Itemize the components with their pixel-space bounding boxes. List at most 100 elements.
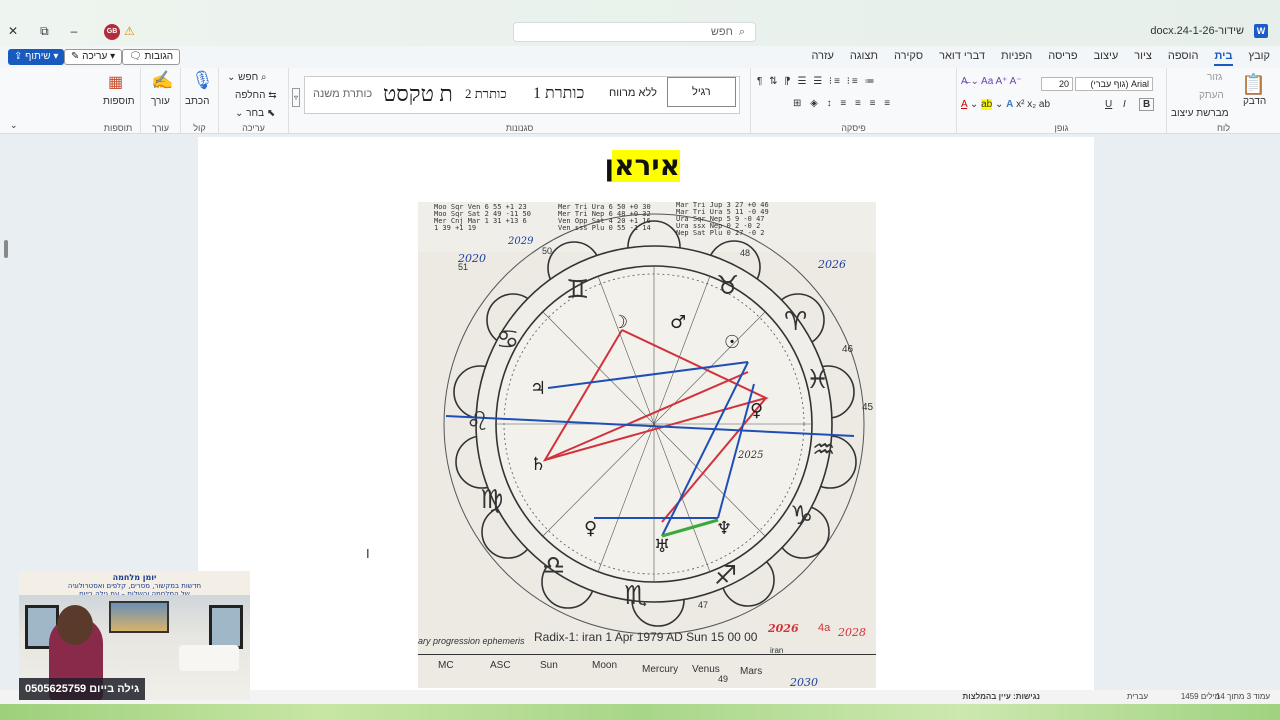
svg-text:♌: ♌ xyxy=(466,407,489,437)
desktop-background-strip xyxy=(0,704,1280,720)
webcam-banner-title: יומן מלחמה xyxy=(112,573,157,582)
ephemeris-label: ary progression ephemeris xyxy=(418,636,525,646)
astrology-chart-image[interactable]: ☽ ♃ ♄ ♀ ♅ ♆ ☉ ♂ ♀ ♊ ♋ ♌ ♍ ♎ ♏ ♐ ♑ ♒ ♓ ♈ ♉ Moo Sqr Ven … xyxy=(418,202,876,688)
handwritten-mark: 48 xyxy=(740,248,751,258)
aspect-left-row: 1 39 +1 19 xyxy=(434,224,477,232)
minimize-icon[interactable]: – xyxy=(71,24,78,39)
find-label: חפש xyxy=(238,72,259,83)
style-subtitle[interactable]: כותרת משנה xyxy=(313,88,372,100)
style-heading-2[interactable]: כותרת 2 xyxy=(465,86,507,102)
font-color-tools[interactable]: A ⌄ ab ⌄ A x² x₂ ab xyxy=(961,99,1050,110)
voice-group: 🎙 הכתב קול xyxy=(180,68,218,134)
svg-text:☉: ☉ xyxy=(724,332,740,353)
aspects-table-right: Mar Tri Jup 3 27 +0 46 Mar Tri Ura 5 11 … xyxy=(676,202,769,237)
editing-mode-button[interactable]: ✎ עריכה ▾ xyxy=(64,49,123,65)
svg-text:♄: ♄ xyxy=(530,454,546,475)
handwritten-mark: 45 xyxy=(862,402,874,413)
tab-layout[interactable]: פריסה xyxy=(1048,50,1077,66)
handwritten-mark: 46 xyxy=(842,344,854,355)
restore-icon[interactable]: ⧉ xyxy=(40,24,49,39)
status-page-count[interactable]: עמוד 3 מתוך 14 xyxy=(1216,692,1270,701)
font-effects-icon[interactable]: A̶ ⌄ Aa A⁺ A⁻ xyxy=(961,76,1022,87)
comments-label: הגובות xyxy=(144,51,174,62)
tab-help[interactable]: עזרה xyxy=(811,50,833,66)
font-name-select[interactable]: Arial (גוף עברי) xyxy=(1075,77,1153,91)
scrollbar-thumb[interactable] xyxy=(4,240,8,258)
clipboard-group-label: לוח xyxy=(1216,123,1231,133)
document-heading[interactable]: איראן xyxy=(605,150,680,182)
close-icon[interactable]: ✕ xyxy=(8,24,18,39)
aspect-mid-row: Ven sss Plu 0 55 -1 14 xyxy=(558,224,651,232)
status-language[interactable]: עברית xyxy=(1127,692,1148,701)
handwritten-mark: 4a xyxy=(818,622,831,634)
microphone-icon[interactable]: 🎙 xyxy=(191,70,214,91)
format-painter-button[interactable]: מברשת עיצוב xyxy=(1171,108,1229,119)
ephemeris-col: Venus xyxy=(692,664,720,675)
select-button[interactable]: ⌄ בחר ⬉ xyxy=(235,108,275,119)
share-button[interactable]: ⇪ שיתוף ▾ xyxy=(8,49,65,65)
replace-button[interactable]: החלפה ⇆ xyxy=(235,90,277,101)
style-title[interactable]: ת טקסט xyxy=(383,81,453,107)
svg-text:♎: ♎ xyxy=(542,551,565,581)
svg-text:♍: ♍ xyxy=(480,485,503,515)
ribbon: 📋 הדבק גזור העתק מברשת עיצוב לוח Arial (… xyxy=(0,68,1280,134)
astrology-chart-drawing: ☽ ♃ ♄ ♀ ♅ ♆ ☉ ♂ ♀ ♊ ♋ ♌ ♍ ♎ ♏ ♐ ♑ ♒ ♓ ♈ ♉ xyxy=(418,202,876,635)
font-size-select[interactable]: 20 xyxy=(1041,77,1073,91)
ephemeris-col: Mars xyxy=(740,666,763,677)
warning-icon[interactable]: ⚠ xyxy=(124,24,135,38)
styles-expand-button[interactable]: ▿ xyxy=(292,88,301,107)
svg-text:♒: ♒ xyxy=(812,435,835,465)
document-title[interactable]: שידור-docx.24-1-26 xyxy=(1150,25,1244,37)
tab-file[interactable]: קובץ xyxy=(1249,50,1270,66)
comments-button[interactable]: 🗨 הגובות xyxy=(122,49,181,65)
collapse-ribbon-icon[interactable]: ⌄ xyxy=(10,120,18,131)
find-button[interactable]: ⌄ חפש ⌕ xyxy=(227,72,267,83)
style-normal[interactable]: רגיל xyxy=(667,77,736,107)
tab-home[interactable]: בית xyxy=(1214,50,1233,66)
clipboard-group: 📋 הדבק גזור העתק מברשת עיצוב לוח xyxy=(1166,68,1280,134)
paragraph-align-tools[interactable]: ⊞ ◈ ↕ ≡ ≡ ≡ ≡ xyxy=(793,98,893,109)
mouse-cursor-icon: I xyxy=(366,546,370,561)
bold-button[interactable]: B xyxy=(1139,98,1155,111)
tab-review[interactable]: סקירה xyxy=(894,50,923,66)
status-accessibility[interactable]: נגישות: עיין בהמלצות xyxy=(963,692,1040,701)
status-word-count[interactable]: 1459 מילים xyxy=(1181,692,1220,701)
styles-group-label: סגנונות xyxy=(505,123,534,133)
style-heading-1[interactable]: כותרת 1 xyxy=(533,85,584,103)
italic-button[interactable]: I xyxy=(1123,99,1126,110)
paste-icon[interactable]: 📋 xyxy=(1241,72,1266,97)
addins-icon[interactable]: ▦ xyxy=(108,72,123,92)
handwritten-mark: 47 xyxy=(698,600,709,610)
svg-text:♐: ♐ xyxy=(714,561,737,591)
avatar[interactable]: GB xyxy=(104,24,120,40)
voice-group-label: קול xyxy=(193,123,206,133)
editor-group-label: עורך xyxy=(152,123,169,133)
tab-design[interactable]: עיצוב xyxy=(1094,50,1119,66)
paste-button[interactable]: הדבק xyxy=(1243,96,1266,107)
svg-text:♓: ♓ xyxy=(806,365,829,395)
copy-button[interactable]: העתק xyxy=(1199,90,1224,101)
vertical-scrollbar[interactable] xyxy=(0,134,12,690)
tab-references[interactable]: הפניות xyxy=(1001,50,1032,66)
tab-insert[interactable]: הוספה xyxy=(1168,50,1199,66)
paragraph-group-label: פיסקה xyxy=(841,123,866,133)
ephemeris-col: ASC xyxy=(490,660,511,671)
svg-text:♊: ♊ xyxy=(566,275,589,305)
addins-button[interactable]: תוספות xyxy=(103,96,135,107)
style-no-spacing[interactable]: ללא מרווח xyxy=(609,87,657,99)
paragraph-top-tools[interactable]: ¶ ⇅ ⁋ ☰ ☰ ⁝≡ ⁝≡ ≔ xyxy=(757,76,877,87)
word-app-icon: W xyxy=(1254,24,1268,38)
editor-button[interactable]: עורך xyxy=(151,96,170,107)
underline-button[interactable]: U xyxy=(1105,99,1112,110)
cut-button[interactable]: גזור xyxy=(1207,72,1222,83)
tab-view[interactable]: תצוגה xyxy=(850,50,878,66)
ephemeris-col: Moon xyxy=(592,660,618,671)
ephemeris-col: Mercury xyxy=(642,664,679,675)
editor-icon[interactable]: ✍ xyxy=(151,70,173,91)
tab-draw[interactable]: ציור xyxy=(1134,50,1152,66)
dictate-button[interactable]: הכתב xyxy=(185,96,209,107)
search-input[interactable]: ⌕ חפש xyxy=(513,22,756,42)
editor-group: ✍ עורך עורך xyxy=(140,68,180,134)
tab-mailings[interactable]: דברי דואר xyxy=(939,50,985,66)
addins-group-label: תוספות xyxy=(103,123,133,133)
